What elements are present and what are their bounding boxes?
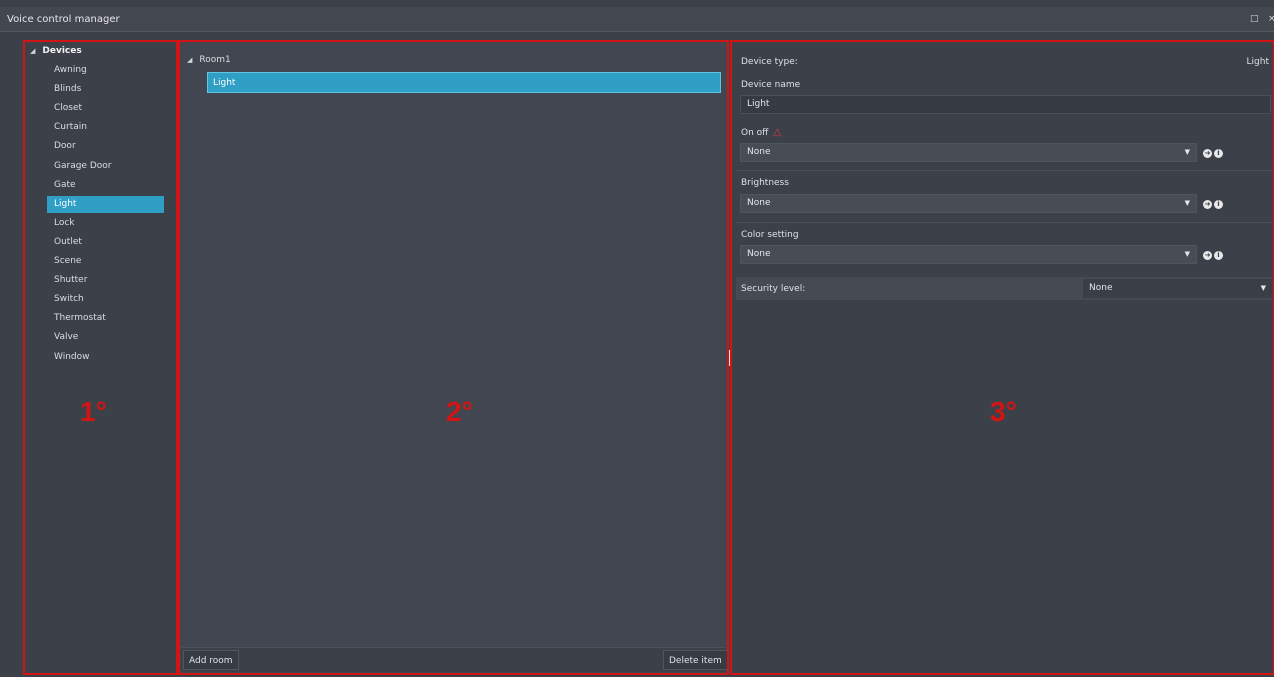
chevron-down-icon: ▼ — [1184, 250, 1190, 258]
tree-item-door[interactable]: Door — [47, 138, 164, 155]
tree-item-thermostat[interactable]: Thermostat — [47, 310, 164, 327]
room-device-item[interactable]: Light — [207, 72, 721, 93]
on-off-dropdown[interactable]: None ▼ — [740, 143, 1197, 162]
color-setting-actions: ➜ i — [1203, 250, 1225, 260]
device-name-label: Device name — [741, 80, 801, 90]
color-setting-value: None — [747, 249, 771, 259]
maximize-icon[interactable]: □ — [1250, 14, 1259, 24]
voice-control-window: Voice control manager □ × ◢ Devices Awnin… — [0, 0, 1274, 677]
devices-root-label: Devices — [42, 46, 82, 56]
delete-item-button[interactable]: Delete item — [663, 650, 728, 670]
security-level-value: None — [1089, 283, 1113, 293]
tree-item-window[interactable]: Window — [47, 349, 164, 366]
divider — [736, 170, 1272, 171]
chevron-down-icon: ▼ — [1184, 199, 1190, 207]
color-setting-label: Color setting — [741, 230, 799, 240]
arrow-right-icon[interactable]: ➜ — [1203, 200, 1212, 209]
on-off-actions: ➜ i — [1203, 148, 1225, 158]
on-off-label: On off — [741, 128, 769, 138]
device-type-label: Device type: — [741, 57, 798, 67]
chevron-down-icon: ▼ — [1260, 284, 1266, 292]
divider — [736, 222, 1272, 223]
device-name-field[interactable]: Light — [740, 95, 1271, 114]
arrow-right-icon[interactable]: ➜ — [1203, 149, 1212, 158]
tree-item-valve[interactable]: Valve — [47, 329, 164, 346]
tree-item-lock[interactable]: Lock — [47, 215, 164, 232]
security-level-dropdown[interactable]: None ▼ — [1083, 279, 1272, 298]
arrow-right-icon[interactable]: ➜ — [1203, 251, 1212, 260]
room-node[interactable]: ◢ Room1 — [187, 55, 231, 65]
tree-item-shutter[interactable]: Shutter — [47, 272, 164, 289]
annotation-marker-2: 2° — [446, 396, 473, 427]
tree-item-outlet[interactable]: Outlet — [47, 234, 164, 251]
brightness-value: None — [747, 198, 771, 208]
warning-icon: △ — [773, 127, 782, 138]
tree-item-light[interactable]: Light — [47, 195, 164, 213]
title-bar: Voice control manager □ × — [0, 7, 1274, 32]
tree-item-awning[interactable]: Awning — [47, 62, 164, 79]
tree-item-closet[interactable]: Closet — [47, 100, 164, 117]
chevron-down-icon: ▼ — [1184, 148, 1190, 156]
tree-item-switch[interactable]: Switch — [47, 291, 164, 308]
on-off-value: None — [747, 147, 771, 157]
expand-triangle-icon[interactable]: ◢ — [187, 56, 192, 64]
tree-item-garage-door[interactable]: Garage Door — [47, 158, 164, 175]
window-title: Voice control manager — [7, 14, 120, 25]
brightness-label: Brightness — [741, 178, 789, 188]
info-icon[interactable]: i — [1214, 149, 1223, 158]
expand-triangle-icon[interactable]: ◢ — [30, 47, 35, 55]
on-off-label-row: On off △ — [741, 127, 781, 138]
tree-item-blinds[interactable]: Blinds — [47, 81, 164, 98]
annotation-marker-3: 3° — [990, 396, 1017, 427]
tree-item-curtain[interactable]: Curtain — [47, 119, 164, 136]
annotation-marker-1: 1° — [80, 396, 107, 427]
add-room-button[interactable]: Add room — [183, 650, 239, 670]
panel-splitter-handle[interactable] — [729, 350, 731, 366]
color-setting-dropdown[interactable]: None ▼ — [740, 245, 1197, 264]
security-level-label: Security level: — [741, 284, 806, 294]
close-icon[interactable]: × — [1268, 14, 1274, 24]
tree-item-gate[interactable]: Gate — [47, 177, 164, 194]
rooms-panel — [179, 41, 728, 674]
rooms-toolbar — [181, 647, 726, 672]
brightness-dropdown[interactable]: None ▼ — [740, 194, 1197, 213]
info-icon[interactable]: i — [1214, 200, 1223, 209]
device-type-value: Light — [1246, 57, 1269, 67]
tree-item-scene[interactable]: Scene — [47, 253, 164, 270]
room-label: Room1 — [199, 55, 231, 65]
info-icon[interactable]: i — [1214, 251, 1223, 260]
devices-tree-root[interactable]: ◢ Devices — [30, 46, 82, 56]
properties-panel — [732, 41, 1274, 674]
brightness-actions: ➜ i — [1203, 199, 1225, 209]
